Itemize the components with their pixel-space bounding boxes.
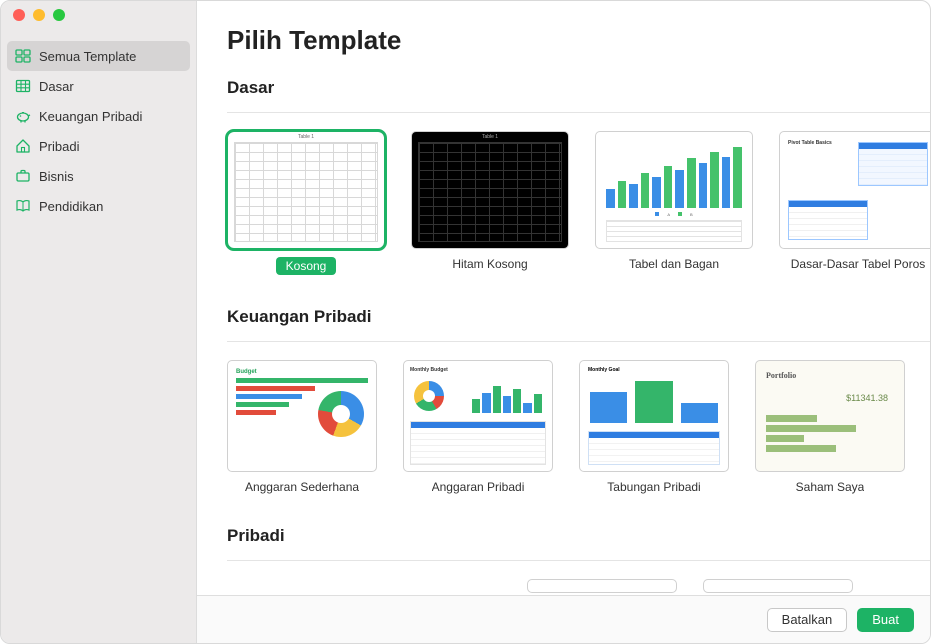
sidebar-item-basic[interactable]: Dasar — [1, 71, 196, 101]
footer: Batalkan Buat — [197, 595, 930, 643]
template-simple-budget[interactable]: Budget Anggaran Sederhana — [227, 360, 377, 494]
window-zoom-button[interactable] — [53, 9, 65, 21]
template-scroll-area[interactable]: Pilih Template Dasar Table 1 Kosong — [197, 1, 930, 595]
sidebar-item-education[interactable]: Pendidikan — [1, 191, 196, 221]
template-label: Anggaran Sederhana — [245, 480, 359, 494]
section-keuangan-pribadi: Keuangan Pribadi Budget Anggar — [227, 307, 930, 500]
template-peek[interactable] — [527, 579, 677, 593]
template-thumbnail: Table 1 — [227, 131, 385, 249]
window-titlebar — [1, 1, 65, 29]
section-divider — [227, 341, 930, 342]
template-my-stocks[interactable]: Portfolio $11341.38 Saham Saya — [755, 360, 905, 494]
template-label: Hitam Kosong — [452, 257, 527, 271]
template-peek[interactable] — [703, 579, 853, 593]
house-icon — [15, 138, 31, 154]
sidebar-item-personal-finance[interactable]: Keuangan Pribadi — [1, 101, 196, 131]
template-blank[interactable]: Table 1 Kosong — [227, 131, 385, 275]
template-row — [227, 579, 930, 595]
sidebar-item-label: Dasar — [39, 79, 74, 94]
sidebar-item-label: Pendidikan — [39, 199, 103, 214]
section-title: Dasar — [227, 78, 930, 98]
template-label: Tabungan Pribadi — [607, 480, 700, 494]
main-panel: Pilih Template Dasar Table 1 Kosong — [197, 1, 930, 643]
template-pivot-basics[interactable]: Pivot Table Basics Dasar-Dasar Tabel Por… — [779, 131, 930, 275]
book-icon — [15, 198, 31, 214]
template-thumbnail: Budget — [227, 360, 377, 472]
window-close-button[interactable] — [13, 9, 25, 21]
template-row: Budget Anggaran Sederhana Monthly Budge — [227, 360, 930, 500]
sidebar-item-label: Keuangan Pribadi — [39, 109, 142, 124]
template-thumbnail: Portfolio $11341.38 — [755, 360, 905, 472]
cancel-button[interactable]: Batalkan — [767, 608, 848, 632]
grid-icon — [15, 78, 31, 94]
section-pribadi: Pribadi — [227, 526, 930, 595]
section-dasar: Dasar Table 1 Kosong Table 1 — [227, 78, 930, 281]
window-minimize-button[interactable] — [33, 9, 45, 21]
section-divider — [227, 112, 930, 113]
template-thumbnail: Pivot Table Basics — [779, 131, 930, 249]
sidebar-item-all-templates[interactable]: Semua Template — [7, 41, 190, 71]
templates-all-icon — [15, 48, 31, 64]
sidebar-item-label: Bisnis — [39, 169, 74, 184]
template-thumbnail: Monthly Goal — [579, 360, 729, 472]
sidebar-item-label: Pribadi — [39, 139, 79, 154]
template-label: Tabel dan Bagan — [629, 257, 719, 271]
template-thumbnail: Monthly Budget — [403, 360, 553, 472]
section-title: Pribadi — [227, 526, 930, 546]
template-label: Anggaran Pribadi — [432, 480, 525, 494]
briefcase-icon — [15, 168, 31, 184]
template-table-chart[interactable]: AB Tabel dan Bagan — [595, 131, 753, 275]
template-blank-dark[interactable]: Table 1 Hitam Kosong — [411, 131, 569, 275]
template-label: Dasar-Dasar Tabel Poros — [791, 257, 926, 271]
template-chooser-window: Semua Template Dasar Keuangan Pribadi Pr… — [0, 0, 931, 644]
template-personal-savings[interactable]: Monthly Goal Tabungan Pribadi — [579, 360, 729, 494]
create-button[interactable]: Buat — [857, 608, 914, 632]
section-divider — [227, 560, 930, 561]
sidebar-item-personal[interactable]: Pribadi — [1, 131, 196, 161]
page-title: Pilih Template — [227, 25, 930, 56]
template-label: Saham Saya — [796, 480, 865, 494]
template-label: Kosong — [276, 257, 337, 275]
sidebar-item-label: Semua Template — [39, 49, 136, 64]
template-thumbnail: AB — [595, 131, 753, 249]
template-row: Table 1 Kosong Table 1 Hitam Kosong — [227, 131, 930, 281]
piggy-bank-icon — [15, 108, 31, 124]
section-title: Keuangan Pribadi — [227, 307, 930, 327]
sidebar-item-business[interactable]: Bisnis — [1, 161, 196, 191]
sidebar: Semua Template Dasar Keuangan Pribadi Pr… — [1, 1, 197, 643]
template-personal-budget[interactable]: Monthly Budget Anggaran Pribadi — [403, 360, 553, 494]
template-thumbnail: Table 1 — [411, 131, 569, 249]
